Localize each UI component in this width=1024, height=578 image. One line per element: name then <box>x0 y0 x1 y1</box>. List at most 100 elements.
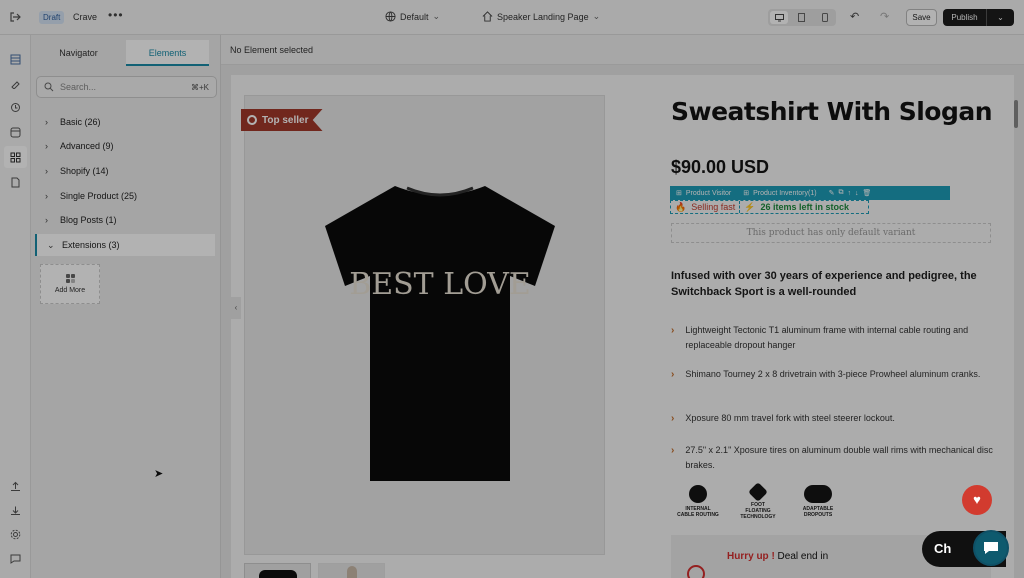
category-label: Single Product (25) <box>60 191 138 201</box>
search-placeholder: Search... <box>60 82 97 92</box>
logo-sublabel: FLOATING TECHNOLOGY <box>740 508 776 520</box>
search-input[interactable]: Search... ⌘+K <box>36 76 217 98</box>
category-blog-posts[interactable]: › Blog Posts (1) <box>35 209 215 231</box>
desktop-view-icon[interactable] <box>770 11 789 24</box>
settings-icon[interactable] <box>4 523 27 545</box>
product-description[interactable]: Infused with over 30 years of experience… <box>671 268 1006 300</box>
scrollbar[interactable] <box>1014 100 1018 128</box>
publish-button[interactable]: Publish ⌄ <box>943 9 1014 26</box>
chevron-right-icon: › <box>45 117 48 127</box>
fire-icon: 🔥 <box>675 201 687 212</box>
move-up-icon[interactable]: ↑ <box>847 190 851 197</box>
chevron-right-icon: › <box>671 325 675 336</box>
chevron-right-icon: › <box>45 141 48 151</box>
thumbnail-2[interactable] <box>318 563 385 578</box>
selling-fast-badge: 🔥 Selling fast <box>671 201 741 213</box>
canvas[interactable]: BEST LOVE Top seller Sweatshirt With Slo… <box>221 65 1024 578</box>
dropout-icon <box>804 485 832 503</box>
left-rail <box>0 35 31 578</box>
edit-icon[interactable]: ✎ <box>829 189 835 197</box>
layers-icon[interactable] <box>4 48 27 70</box>
cable-icon <box>689 485 707 503</box>
feedback-icon[interactable] <box>4 547 27 569</box>
internal-cable-logo: INTERNAL CABLE ROUTING <box>675 485 721 520</box>
category-basic[interactable]: › Basic (26) <box>35 111 215 133</box>
top-bar: Draft Crave ••• Default ⌄ Speaker Landin… <box>0 0 1024 35</box>
exit-icon[interactable] <box>8 10 22 24</box>
inventory-badges[interactable]: 🔥 Selling fast ⚡ 26 items left in stock <box>670 200 869 214</box>
canvas-header: No Element selected <box>221 35 1024 65</box>
upload-icon[interactable] <box>4 475 27 497</box>
feature-item: › Xposure 80 mm travel fork with steel st… <box>671 411 1001 426</box>
category-label: Extensions (3) <box>62 240 120 250</box>
category-extensions[interactable]: ⌄ Extensions (3) <box>35 234 215 256</box>
badge-label: Top seller <box>262 114 309 126</box>
medal-icon <box>247 115 257 125</box>
chevron-right-icon: › <box>45 215 48 225</box>
wishlist-heart-icon[interactable]: ♥ <box>962 485 992 515</box>
chevron-down-icon: ⌄ <box>47 239 55 250</box>
foot-icon <box>748 482 768 502</box>
category-label: Basic (26) <box>60 117 101 127</box>
history-icon[interactable] <box>4 96 27 118</box>
duplicate-icon[interactable]: ⧉ <box>838 189 843 197</box>
undo-icon[interactable]: ↶ <box>850 10 859 23</box>
chevron-down-icon: ⌄ <box>592 11 601 21</box>
tab-elements[interactable]: Elements <box>126 40 209 66</box>
add-more-label: Add More <box>54 287 86 294</box>
hurry-label: Hurry up ! <box>727 551 775 562</box>
feature-item: › Shimano Tourney 2 x 8 drivetrain with 3… <box>671 367 1001 382</box>
category-label: Blog Posts (1) <box>60 215 117 225</box>
countdown-text: Hurry up ! Deal end in <box>727 551 828 562</box>
toolbar-item-product-inventory[interactable]: Product Inventory(1) <box>753 190 816 197</box>
stock-label: 26 items left in stock <box>760 202 850 212</box>
product-title[interactable]: Sweatshirt With Slogan <box>671 97 993 126</box>
search-shortcut: ⌘+K <box>190 82 209 92</box>
tablet-view-icon[interactable] <box>793 11 811 24</box>
mobile-view-icon[interactable] <box>816 11 834 24</box>
product-image-frame[interactable]: BEST LOVE <box>244 95 605 555</box>
redo-icon[interactable]: ↷ <box>880 10 889 23</box>
download-icon[interactable] <box>4 499 27 521</box>
category-shopify[interactable]: › Shopify (14) <box>35 160 215 182</box>
device-selector[interactable]: Default ⌄ <box>385 11 440 22</box>
product-page[interactable]: BEST LOVE Top seller Sweatshirt With Slo… <box>231 75 1014 578</box>
status-badge: Draft <box>39 11 65 24</box>
lightning-icon: ⚡ <box>744 201 756 212</box>
product-price[interactable]: $90.00 USD <box>671 157 769 178</box>
feature-text: Xposure 80 mm travel fork with steel ste… <box>685 413 895 423</box>
template-icon[interactable] <box>4 121 27 143</box>
tab-navigator[interactable]: Navigator <box>31 40 126 66</box>
home-icon <box>482 11 493 22</box>
stock-badge: ⚡ 26 items left in stock <box>740 201 853 213</box>
collapse-panel-icon[interactable]: ‹ <box>231 297 241 319</box>
page-selector[interactable]: Speaker Landing Page ⌄ <box>482 11 600 22</box>
add-more-button[interactable]: Add More <box>40 264 100 304</box>
shirt-print: BEST LOVE <box>349 267 531 302</box>
chat-bubble-icon[interactable] <box>973 530 1009 566</box>
variant-placeholder[interactable]: This product has only default variant <box>671 223 991 243</box>
delete-icon[interactable]: 🗑 <box>862 189 871 197</box>
tshirt-image: BEST LOVE <box>325 186 555 481</box>
elements-panel: Navigator Elements Search... ⌘+K › Basic … <box>31 35 221 578</box>
feature-item: › Lightweight Tectonic T1 aluminum frame … <box>671 323 1001 353</box>
category-advanced[interactable]: › Advanced (9) <box>35 135 215 157</box>
elements-icon[interactable] <box>4 146 27 168</box>
page-icon[interactable] <box>4 171 27 193</box>
brush-icon[interactable] <box>4 72 27 94</box>
alarm-clock-icon <box>687 565 705 578</box>
move-down-icon[interactable]: ↓ <box>855 190 859 197</box>
publish-label[interactable]: Publish <box>943 9 987 26</box>
search-icon <box>44 82 54 92</box>
thumbnail-1[interactable] <box>244 563 311 578</box>
chevron-right-icon: › <box>671 369 675 380</box>
save-button[interactable]: Save <box>906 9 937 26</box>
logo-sublabel: CABLE ROUTING <box>677 512 719 518</box>
store-name[interactable]: Crave <box>73 12 97 22</box>
category-single-product[interactable]: › Single Product (25) <box>35 185 215 207</box>
chevron-down-icon[interactable]: ⌄ <box>987 9 1014 26</box>
more-menu-icon[interactable]: ••• <box>108 8 124 22</box>
feature-text: 27.5" x 2.1" Xposure tires on aluminum d… <box>685 445 993 470</box>
toolbar-item-product-visitor[interactable]: Product Visitor <box>686 190 731 197</box>
mouse-cursor-icon: ➤ <box>154 468 164 480</box>
